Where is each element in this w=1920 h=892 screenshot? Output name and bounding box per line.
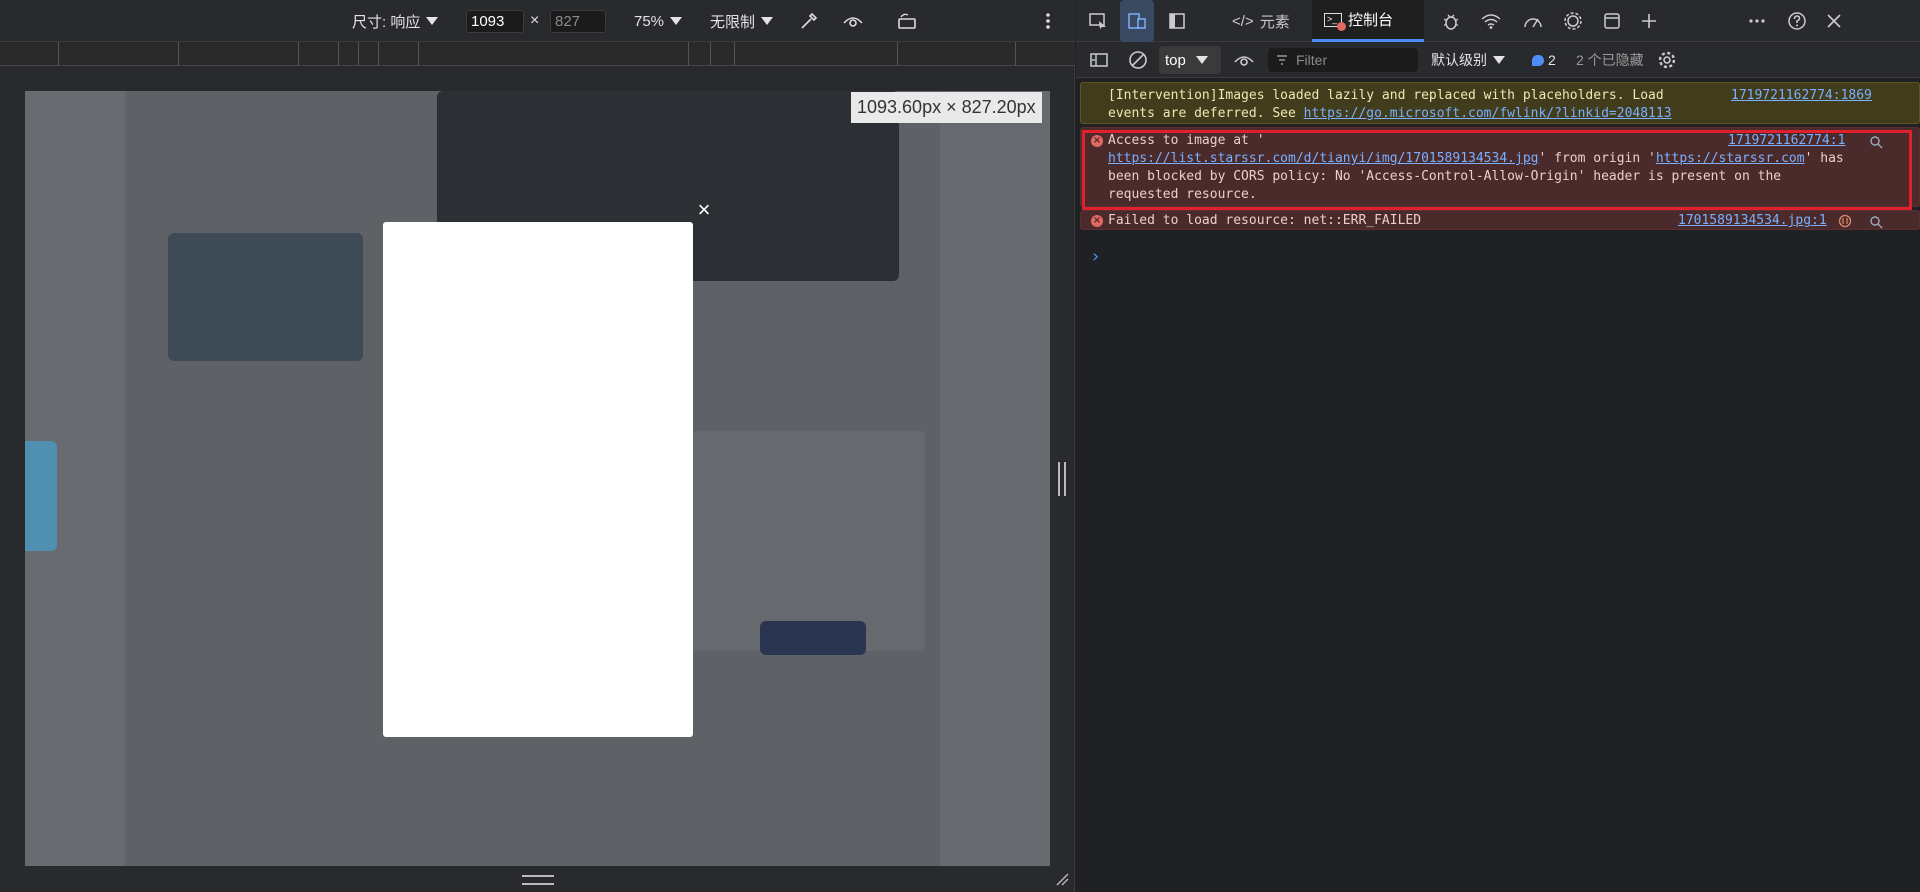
zoom-dropdown[interactable]: 75% [634, 0, 683, 42]
chevron-down-icon [1493, 56, 1505, 64]
load-failed-error-message: × Failed to load resource: net::ERR_FAIL… [1080, 210, 1920, 230]
filter-input[interactable]: Filter [1268, 48, 1418, 72]
error-highlight-outline [1082, 130, 1912, 210]
inspect-element-icon[interactable] [1081, 0, 1115, 42]
page-button-blur [760, 621, 866, 655]
throttle-label: 无限制 [710, 13, 756, 31]
page-side-tab-blur [25, 441, 57, 551]
bug-icon[interactable] [1434, 0, 1468, 42]
eyedropper-icon[interactable] [791, 0, 827, 42]
throttle-dropdown[interactable]: 无限制 [710, 0, 774, 42]
zoom-label: 75% [634, 12, 665, 30]
warning-source-link[interactable]: 1719721162774:1869 [1731, 87, 1872, 105]
log-level-dropdown[interactable]: 默认级别 [1431, 42, 1505, 78]
device-toolbar-toggle-icon[interactable] [1120, 0, 1154, 42]
error-icon: × [1091, 215, 1103, 227]
modal-dialog[interactable] [383, 222, 693, 737]
tab-console[interactable]: >_ 控制台 [1312, 0, 1424, 42]
viewport-size-readout: 1093.60px × 827.20px [851, 92, 1042, 123]
chevron-down-icon [1195, 56, 1208, 64]
bottom-resize-handle[interactable] [522, 875, 554, 885]
dimensions-label: 尺寸: 响应 [352, 13, 421, 31]
console-prompt-chevron-icon[interactable]: › [1092, 246, 1099, 267]
close-devtools-icon[interactable] [1817, 0, 1851, 42]
console-icon: >_ [1324, 12, 1346, 31]
height-input[interactable]: 827 [550, 10, 606, 33]
corner-resize-icon[interactable] [1055, 872, 1069, 886]
console-settings-gear-icon[interactable] [1650, 42, 1684, 78]
dimensions-dropdown[interactable]: 尺寸: 响应 [352, 0, 439, 42]
devtools-panel: </> 元素 >_ 控制台 top Filter 默认级别 2 2 个已隐藏 [… [1076, 0, 1920, 892]
page-right-column-blur [940, 91, 1050, 866]
device-toolbar: 尺寸: 响应 1093 × 827 75% 无限制 [0, 0, 1075, 42]
memory-chip-icon[interactable] [1556, 0, 1590, 42]
clear-console-icon[interactable] [1121, 42, 1155, 78]
load-failed-source-link[interactable]: 1701589134534.jpg:1 [1678, 212, 1827, 230]
live-expression-eye-icon[interactable] [1227, 42, 1261, 78]
page-thumbnail-blur [168, 233, 363, 361]
performance-gauge-icon[interactable] [1516, 0, 1550, 42]
warning-link[interactable]: https://go.microsoft.com/fwlink/?linkid=… [1304, 106, 1672, 121]
warning-message: [Intervention]Images loaded lazily and r… [1080, 82, 1920, 124]
dimension-separator: × [530, 12, 540, 29]
more-tools-icon[interactable] [1740, 0, 1774, 42]
filter-icon [1276, 52, 1288, 68]
devtools-main-toolbar: </> 元素 >_ 控制台 [1076, 0, 1920, 42]
filter-placeholder: Filter [1296, 52, 1328, 68]
issues-counter[interactable]: 2 [1532, 42, 1556, 78]
chevron-down-icon [761, 17, 774, 25]
rotate-device-icon[interactable] [889, 0, 925, 42]
more-options-icon[interactable] [1030, 0, 1066, 42]
dock-side-icon[interactable] [1160, 0, 1194, 42]
network-request-icon[interactable] [1838, 214, 1852, 228]
log-level-label: 默认级别 [1431, 52, 1487, 68]
tab-elements-label: 元素 [1259, 13, 1290, 31]
hidden-messages-count: 2 个已隐藏 [1576, 52, 1644, 68]
chevron-down-icon [426, 17, 439, 25]
tab-console-label: 控制台 [1348, 12, 1394, 29]
context-label: top [1165, 51, 1186, 69]
media-query-ruler[interactable] [0, 42, 1075, 66]
console-toolbar: top Filter 默认级别 2 2 个已隐藏 [1076, 42, 1920, 78]
error-dot-icon [1337, 21, 1346, 31]
vision-deficiency-icon[interactable] [835, 0, 871, 42]
add-tab-icon[interactable] [1632, 0, 1666, 42]
chevron-down-icon [670, 17, 683, 25]
device-emulation-pane: 尺寸: 响应 1093 × 827 75% 无限制 1093.60px × 82… [0, 0, 1075, 892]
help-icon[interactable] [1780, 0, 1814, 42]
context-selector[interactable]: top [1159, 46, 1221, 74]
load-failed-text: Failed to load resource: net::ERR_FAILED [1108, 213, 1422, 228]
modal-close-icon[interactable]: × [694, 197, 714, 222]
sidebar-toggle-icon[interactable] [1082, 42, 1116, 78]
code-icon: </> [1232, 12, 1254, 30]
tab-elements[interactable]: </> 元素 [1224, 0, 1298, 42]
issues-count: 2 [1548, 52, 1556, 68]
search-icon[interactable] [1869, 215, 1883, 229]
width-input[interactable]: 1093 [466, 10, 524, 33]
network-wifi-icon[interactable] [1474, 0, 1508, 42]
issues-chat-icon [1532, 54, 1544, 66]
application-window-icon[interactable] [1595, 0, 1629, 42]
side-resize-handle[interactable] [1058, 462, 1066, 496]
warning-text-line2: events are deferred. See [1108, 106, 1304, 121]
